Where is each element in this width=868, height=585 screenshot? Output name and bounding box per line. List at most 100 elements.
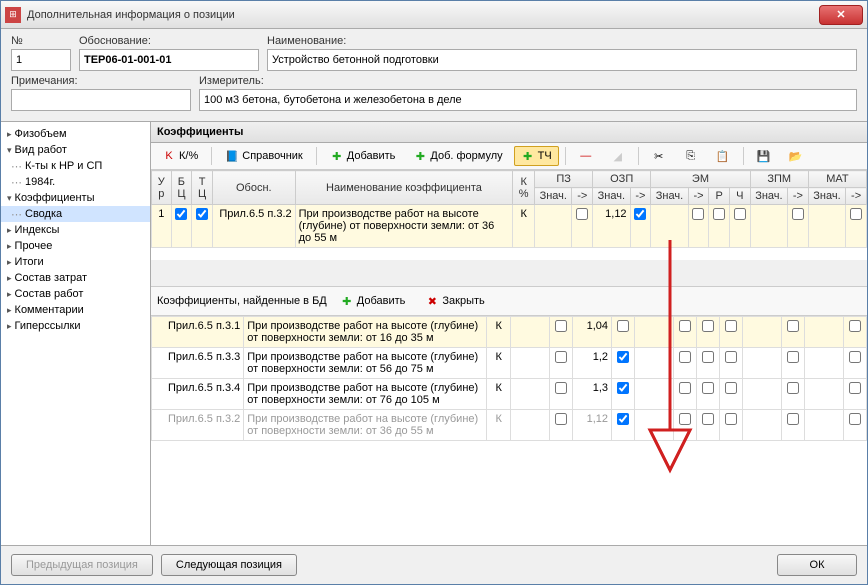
checkbox[interactable] bbox=[617, 413, 629, 425]
table-row[interactable]: Прил.6.5 п.3.4При производстве работ на … bbox=[152, 379, 867, 410]
tch-button[interactable]: ✚ТЧ bbox=[514, 146, 559, 166]
checkbox[interactable] bbox=[679, 351, 691, 363]
paste-button[interactable]: 📋 bbox=[709, 146, 737, 166]
header-fields: № Обоснование: Наименование: Примечания:… bbox=[1, 29, 867, 121]
checkbox[interactable] bbox=[555, 382, 567, 394]
checkbox[interactable] bbox=[555, 413, 567, 425]
col-basis: Обосн. bbox=[212, 171, 295, 205]
checkbox[interactable] bbox=[849, 382, 861, 394]
checkbox[interactable] bbox=[576, 208, 588, 220]
table-row[interactable]: Прил.6.5 п.3.2При производстве работ на … bbox=[152, 410, 867, 441]
checkbox[interactable] bbox=[617, 351, 629, 363]
sidebar-item[interactable]: Сводка bbox=[1, 206, 150, 222]
sidebar-item[interactable]: Итоги bbox=[1, 254, 150, 270]
ok-button[interactable]: ОК bbox=[777, 554, 857, 576]
next-button[interactable]: Следующая позиция bbox=[161, 554, 297, 576]
checkbox[interactable] bbox=[787, 382, 799, 394]
sidebar-item[interactable]: К-ты к НР и СП bbox=[1, 158, 150, 174]
add-formula-button[interactable]: ✚Доб. формулу bbox=[406, 146, 509, 166]
main-grid[interactable]: У р Б Ц Т Ц Обосн. Наименование коэффици… bbox=[151, 170, 867, 260]
checkbox[interactable] bbox=[634, 208, 646, 220]
checkbox[interactable] bbox=[555, 351, 567, 363]
checkbox[interactable] bbox=[792, 208, 804, 220]
eraser-icon: ◢ bbox=[611, 149, 625, 163]
cut-icon: ✂ bbox=[652, 149, 666, 163]
col-pz: ПЗ bbox=[535, 171, 593, 188]
cut-button[interactable]: ✂ bbox=[645, 146, 673, 166]
copy-button[interactable]: ⎘ bbox=[677, 146, 705, 166]
num-label: № bbox=[11, 35, 71, 47]
section-title: Коэффициенты bbox=[151, 122, 867, 143]
close-button[interactable]: ✕ bbox=[819, 5, 863, 25]
notes-label: Примечания: bbox=[11, 75, 191, 87]
table-row[interactable]: Прил.6.5 п.3.3При производстве работ на … bbox=[152, 348, 867, 379]
checkbox[interactable] bbox=[850, 208, 862, 220]
main-area: ФизобъемВид работК-ты к НР и СП1984г.Коэ… bbox=[1, 121, 867, 545]
checkbox[interactable] bbox=[849, 413, 861, 425]
checkbox[interactable] bbox=[725, 320, 737, 332]
checkbox[interactable] bbox=[725, 413, 737, 425]
checkbox[interactable] bbox=[787, 351, 799, 363]
sidebar-item[interactable]: Индексы bbox=[1, 222, 150, 238]
sidebar-item[interactable]: Состав затрат bbox=[1, 270, 150, 286]
checkbox[interactable] bbox=[702, 382, 714, 394]
delete-button[interactable]: — bbox=[572, 146, 600, 166]
checkbox[interactable] bbox=[849, 351, 861, 363]
sidebar: ФизобъемВид работК-ты к НР и СП1984г.Коэ… bbox=[1, 122, 151, 545]
add-button[interactable]: ✚Добавить bbox=[323, 146, 403, 166]
checkbox[interactable] bbox=[787, 413, 799, 425]
checkbox[interactable] bbox=[787, 320, 799, 332]
sidebar-item[interactable]: Прочее bbox=[1, 238, 150, 254]
sidebar-item[interactable]: Состав работ bbox=[1, 286, 150, 302]
num-input[interactable] bbox=[11, 49, 71, 71]
checkbox[interactable] bbox=[175, 208, 187, 220]
col-ozp: ОЗП bbox=[593, 171, 651, 188]
sidebar-item[interactable]: 1984г. bbox=[1, 174, 150, 190]
basis-label: Обоснование: bbox=[79, 35, 259, 47]
checkbox[interactable] bbox=[725, 351, 737, 363]
checkbox[interactable] bbox=[617, 320, 629, 332]
checkbox[interactable] bbox=[702, 413, 714, 425]
kpercent-button[interactable]: KК/% bbox=[155, 146, 205, 166]
checkbox[interactable] bbox=[555, 320, 567, 332]
eraser-button[interactable]: ◢ bbox=[604, 146, 632, 166]
table-row[interactable]: 1Прил.6.5 п.3.2При производстве работ на… bbox=[152, 205, 867, 248]
book-icon: 📘 bbox=[225, 149, 239, 163]
checkbox[interactable] bbox=[692, 208, 704, 220]
col-kpct: К % bbox=[513, 171, 535, 205]
copy-icon: ⎘ bbox=[684, 149, 698, 163]
open-button[interactable]: 📂 bbox=[782, 146, 810, 166]
checkbox[interactable] bbox=[725, 382, 737, 394]
sub-add-button[interactable]: ✚Добавить bbox=[333, 291, 413, 311]
measure-input[interactable] bbox=[199, 89, 857, 111]
table-row[interactable]: Прил.6.5 п.3.1При производстве работ на … bbox=[152, 317, 867, 348]
sidebar-item[interactable]: Гиперссылки bbox=[1, 318, 150, 334]
save-button[interactable]: 💾 bbox=[750, 146, 778, 166]
checkbox[interactable] bbox=[702, 351, 714, 363]
checkbox[interactable] bbox=[679, 413, 691, 425]
app-icon: ⊞ bbox=[5, 7, 21, 23]
checkbox[interactable] bbox=[679, 320, 691, 332]
checkbox[interactable] bbox=[617, 382, 629, 394]
basis-input[interactable] bbox=[79, 49, 259, 71]
directory-button[interactable]: 📘Справочник bbox=[218, 146, 310, 166]
checkbox[interactable] bbox=[702, 320, 714, 332]
sub-close-button[interactable]: ✖Закрыть bbox=[418, 291, 491, 311]
prev-button[interactable]: Предыдущая позиция bbox=[11, 554, 153, 576]
checkbox[interactable] bbox=[734, 208, 746, 220]
sub-header: Коэффициенты, найденные в БД ✚Добавить ✖… bbox=[151, 286, 867, 316]
checkbox[interactable] bbox=[196, 208, 208, 220]
sidebar-item[interactable]: Коэффициенты bbox=[1, 190, 150, 206]
notes-input[interactable] bbox=[11, 89, 191, 111]
minus-icon: — bbox=[579, 149, 593, 163]
sidebar-item[interactable]: Физобъем bbox=[1, 126, 150, 142]
checkbox[interactable] bbox=[713, 208, 725, 220]
toolbar: KК/% 📘Справочник ✚Добавить ✚Доб. формулу… bbox=[151, 143, 867, 170]
checkbox[interactable] bbox=[679, 382, 691, 394]
sub-grid[interactable]: Прил.6.5 п.3.1При производстве работ на … bbox=[151, 316, 867, 545]
sidebar-item[interactable]: Комментарии bbox=[1, 302, 150, 318]
name-input[interactable] bbox=[267, 49, 857, 71]
checkbox[interactable] bbox=[849, 320, 861, 332]
sidebar-item[interactable]: Вид работ bbox=[1, 142, 150, 158]
measure-label: Измеритель: bbox=[199, 75, 857, 87]
